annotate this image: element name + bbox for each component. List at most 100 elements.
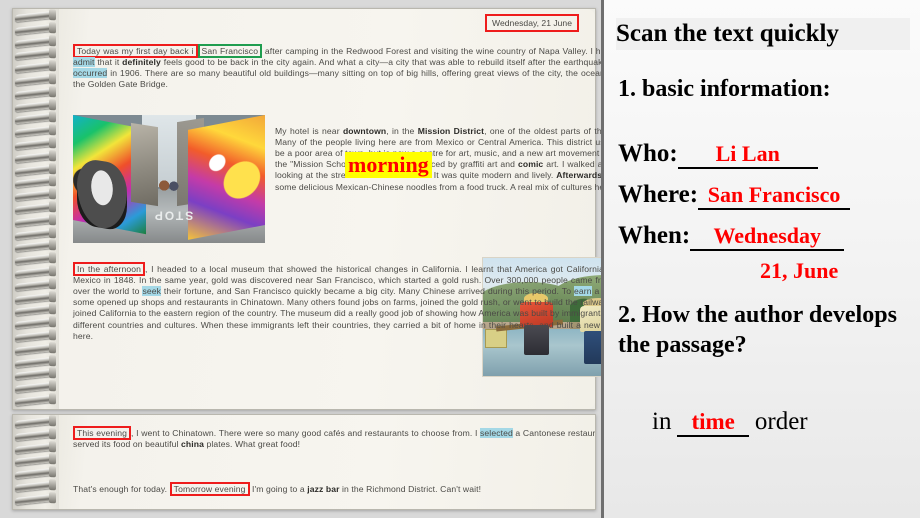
when-answer-line1: Wednesday [690,223,845,251]
spiral-ring [15,468,55,480]
spiral-binding-main [13,9,59,409]
bold-comic: comic [517,159,544,170]
p2-text-b: , in the [386,125,418,136]
where-label: Where: [618,181,699,208]
question-two-heading: 2. How the author develops the passage? [618,302,897,358]
spiral-ring [15,442,55,454]
when-answer-line2: 21, June [760,258,839,283]
spiral-ring [15,292,55,304]
spiral-ring [15,493,55,505]
answer-two-row: in time order [652,408,808,437]
p4-text-c: plates. What great food! [203,438,301,449]
who-answer: Li Lan [677,141,818,169]
spiral-ring [15,228,55,240]
spiral-ring [15,215,55,227]
answer-blank-time: time [677,409,749,437]
spiral-ring [15,36,55,48]
highlight-box-today: Today was my first day back i [73,43,198,58]
spiral-ring [15,254,55,266]
spiral-ring [15,241,55,253]
paragraph-two: My hotel is near downtown, in the Missio… [275,126,625,193]
spiral-ring [15,279,55,291]
photo-mid-left-building [130,123,158,207]
bold-downtown: downtown [342,125,387,136]
highlight-seek: seek [142,286,162,296]
spiral-ring [15,23,55,35]
highlight-box-tomorrow-evening: Tomorrow evening [169,481,250,496]
highlight-occurred: occurred [73,68,108,78]
highlight-box-in-the-afternoon: In the afternoon [73,261,145,276]
when-label: When: [618,222,691,249]
spiral-ring [15,177,55,189]
spiral-ring [15,318,55,330]
notebook-page-bottom: This evening, I went to Chinatown. There… [12,414,596,510]
spiral-ring [15,343,55,355]
spiral-ring [15,126,55,138]
highlight-box-this-evening: This evening [73,425,132,440]
spiral-ring [15,416,55,429]
notebook-paper-bottom: This evening, I went to Chinatown. There… [57,415,595,509]
morning-overlay-label: morning [345,152,432,178]
spiral-ring [15,100,55,112]
spiral-ring [15,113,55,125]
spiral-ring [15,62,55,74]
spiral-ring [15,429,55,441]
notebook-paper: Wednesday, 21 June Today was my first da… [57,9,651,409]
where-answer: San Francisco [698,182,851,210]
who-row: Who: Li Lan [618,140,818,169]
p3-text-b: their fortune, and San Francisco quickly… [161,286,574,296]
paragraph-one: Today was my first day back i San Francis… [73,43,626,91]
highlight-selected: selected [480,427,513,438]
p1-text-d: in 1906. There are so many beautiful old… [73,68,625,90]
highlight-box-san-francisco: San Francisco [197,43,263,58]
slide-root: Wednesday, 21 June Today was my first da… [0,0,920,518]
p4-text-a: , I went to Chinatown. There were so man… [131,427,481,438]
p2-text-a: My hotel is near [275,125,343,136]
graffiti-alley-photo: STOP [73,115,265,243]
question-panel: Scan the text quickly 1. basic informati… [601,0,920,518]
spiral-ring [15,10,55,23]
spiral-ring [15,190,55,202]
spiral-ring [15,480,55,493]
p5-text-c: in the Richmond District. Can't wait! [339,483,482,494]
highlight-admit: admit [73,56,95,67]
photo-people [157,179,181,192]
spiral-ring [15,382,55,394]
spiral-ring [15,49,55,61]
bold-jazz-bar: jazz bar [307,483,340,494]
highlight-earn: earn [574,286,592,296]
bold-mission-district: Mission District [417,125,485,136]
p1-text-a: after camping in the Redwood Forest and … [262,45,626,56]
spiral-ring [15,369,55,381]
spiral-ring [15,164,55,176]
answer-prefix: in [652,408,672,435]
spiral-ring [15,87,55,99]
spiral-ring [15,394,55,407]
spiral-ring [15,266,55,279]
spiral-ring [15,305,55,317]
bold-china: china [181,438,204,449]
p5-text-b: I'm going to a [249,483,308,494]
panel-title: Scan the text quickly [616,18,910,50]
p1-text-c: feels good to be back in the city again.… [160,56,625,67]
bold-definitely: definitely [122,56,161,67]
answer-suffix: order [754,408,808,435]
spiral-ring [15,151,55,163]
photo-right-mural [188,115,265,241]
spiral-ring [15,202,55,215]
paragraph-three: In the afternoon, I headed to a local mu… [73,261,625,342]
spiral-ring [15,455,55,467]
p1-text-b: that it [94,56,123,67]
p5-text-a: That's enough for today. [73,483,170,494]
question-one-heading: 1. basic information: [618,76,831,102]
spiral-ring [15,356,55,368]
where-row: Where: San Francisco [618,181,851,210]
photo-stop-marking: STOP [152,208,194,223]
notebook-page-main: Wednesday, 21 June Today was my first da… [12,8,651,410]
spiral-ring [15,330,55,343]
when-row: When: Wednesday [618,222,845,251]
spiral-binding-bottom [13,415,59,509]
paragraph-five: That's enough for today. Tomorrow evenin… [73,481,595,496]
spiral-ring [15,74,55,87]
paragraph-four: This evening, I went to Chinatown. There… [73,425,595,450]
